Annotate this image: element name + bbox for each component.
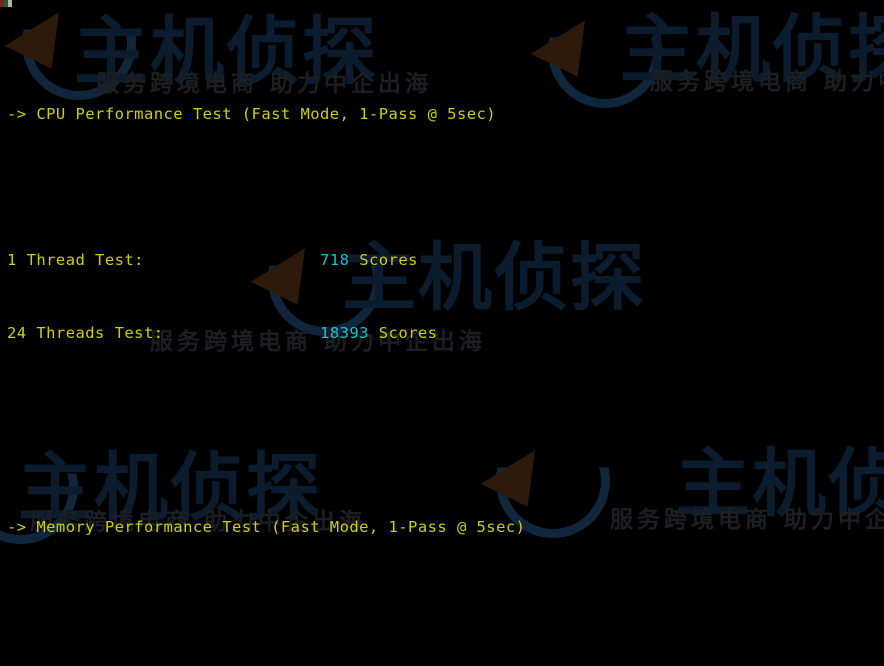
cpu-row-24threads: 24 Threads Test: 18393 Scores [0, 321, 884, 345]
memory-section-header: -> Memory Performance Test (Fast Mode, 1… [0, 515, 884, 539]
memory-row-read: 1 Thread - Read Test : 18338.80 MB/s [0, 661, 884, 666]
window-color-strip [0, 0, 12, 7]
cpu-row-24threads-label: 24 Threads Test: [7, 323, 164, 342]
cpu-row-1thread-unit: Scores [359, 250, 418, 269]
pad [144, 251, 320, 269]
cpu-row-24threads-value: 18393 [320, 323, 369, 342]
cpu-header-text: -> CPU Performance Test (Fast Mode, 1-Pa… [7, 105, 497, 124]
terminal-window: 主机侦探 服务跨境电商 助力中企出海 主机侦探 服务跨境电商 助力中企出海 主机… [0, 0, 884, 666]
cpu-section-header: -> CPU Performance Test (Fast Mode, 1-Pa… [0, 102, 884, 126]
cpu-row-24threads-unit: Scores [378, 323, 438, 342]
pad [349, 251, 359, 269]
cpu-row-1thread-label: 1 Thread Test: [7, 250, 144, 269]
cpu-row-1thread-value: 718 [320, 250, 350, 269]
terminal-output: -> CPU Performance Test (Fast Mode, 1-Pa… [0, 0, 884, 666]
memory-header-text: -> Memory Performance Test (Fast Mode, 1… [7, 518, 526, 537]
pad [164, 324, 321, 342]
cpu-row-1thread: 1 Thread Test: 718 Scores [0, 248, 884, 272]
pad [369, 324, 379, 342]
